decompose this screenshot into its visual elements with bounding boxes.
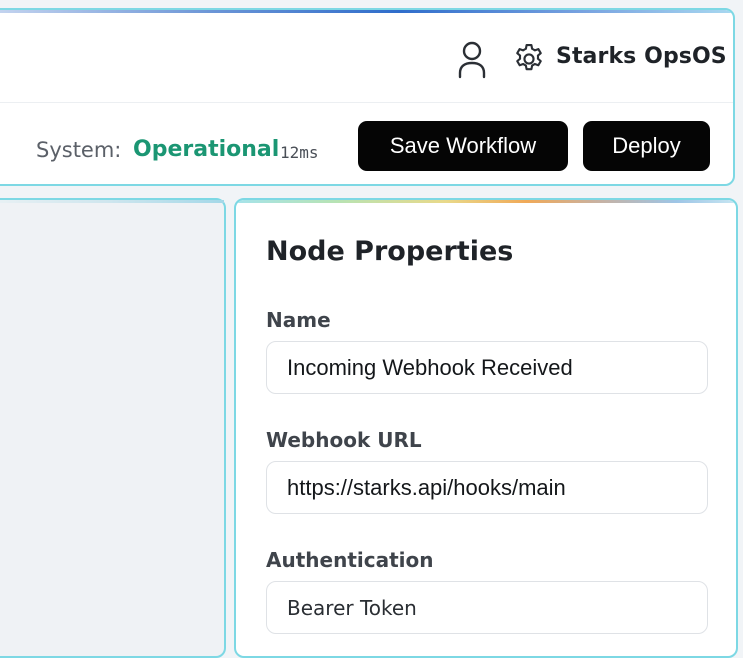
authentication-value: Bearer Token — [287, 595, 417, 620]
system-status-value: Operational — [133, 137, 280, 162]
system-status-label: System: — [36, 138, 122, 162]
name-field-value: Incoming Webhook Received — [287, 354, 573, 380]
header-top-row: Starks OpsOS — [0, 10, 733, 103]
latency-readout: 12ms — [280, 143, 319, 162]
deploy-button[interactable]: Deploy — [583, 121, 710, 171]
name-field-label: Name — [266, 308, 331, 332]
webhook-url-field[interactable]: https://starks.api/hooks/main — [266, 461, 708, 514]
gear-icon[interactable] — [512, 42, 546, 76]
webhook-url-value: https://starks.api/hooks/main — [287, 474, 566, 500]
properties-gradient-bar — [236, 200, 736, 203]
top-header: Starks OpsOS System: Operational 12ms Sa… — [0, 8, 735, 186]
authentication-label: Authentication — [266, 548, 434, 572]
node-properties-panel: Node Properties Name Incoming Webhook Re… — [234, 198, 738, 658]
properties-title: Node Properties — [266, 236, 514, 267]
workflow-canvas-panel[interactable] — [0, 198, 226, 658]
webhook-url-label: Webhook URL — [266, 428, 422, 452]
canvas-gradient-bar — [0, 200, 224, 203]
name-field[interactable]: Incoming Webhook Received — [266, 341, 708, 394]
user-icon[interactable] — [457, 40, 487, 80]
authentication-select[interactable]: Bearer Token — [266, 581, 708, 634]
brand-name: Starks OpsOS — [556, 44, 727, 69]
save-workflow-button[interactable]: Save Workflow — [358, 121, 568, 171]
